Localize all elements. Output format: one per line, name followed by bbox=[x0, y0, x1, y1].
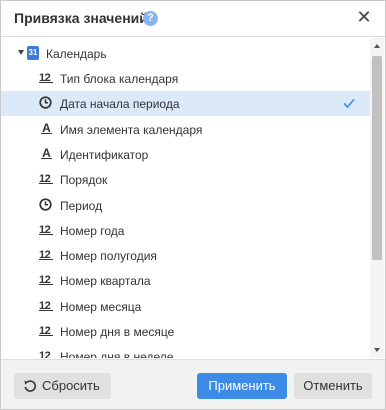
tree-item[interactable]: 12 Номер дня в неделе bbox=[1, 344, 371, 358]
apply-button[interactable]: Применить bbox=[197, 373, 287, 399]
number-12-icon: 12 bbox=[39, 324, 53, 337]
tree-item[interactable]: 12 Порядок bbox=[1, 167, 371, 192]
clock-icon bbox=[39, 96, 53, 110]
expand-caret-icon[interactable] bbox=[18, 50, 24, 55]
tree-item-label: Номер дня в месяце bbox=[60, 325, 175, 339]
tree-item[interactable]: 12 Номер месяца bbox=[1, 294, 371, 319]
number-12-icon: 12 bbox=[39, 349, 53, 358]
tree-root-label: Календарь bbox=[46, 47, 107, 61]
tree-item[interactable]: A Идентификатор bbox=[1, 142, 371, 167]
tree-item-label: Имя элемента календаря bbox=[60, 122, 203, 137]
number-12-icon: 12 bbox=[39, 299, 53, 312]
reset-icon bbox=[24, 380, 36, 392]
tree-item-label: Тип блока календаря bbox=[60, 72, 179, 86]
dialog-title: Привязка значений bbox=[14, 10, 148, 26]
reset-button[interactable]: Сбросить bbox=[14, 373, 111, 399]
number-12-icon: 12 bbox=[39, 273, 53, 286]
help-icon[interactable]: ? bbox=[143, 11, 158, 26]
tree-item[interactable]: A Имя элемента календаря bbox=[1, 117, 371, 142]
tree-item-label: Дата начала периода bbox=[60, 97, 180, 112]
number-12-icon: 12 bbox=[39, 248, 53, 261]
field-tree: 31 Календарь 12 Тип блока календаря Дата н… bbox=[1, 38, 385, 358]
tree-item-label: Номер полугодия bbox=[60, 249, 157, 264]
bind-values-dialog: Привязка значений ? ✕ 31 Календарь 12 Тип… bbox=[0, 0, 386, 410]
text-A-icon: A bbox=[41, 145, 52, 160]
tree-item[interactable]: 12 Номер года bbox=[1, 218, 371, 243]
tree-item-label: Номер квартала bbox=[60, 274, 151, 289]
tree-item[interactable]: 12 Номер дня в месяце bbox=[1, 319, 371, 344]
scroll-up-arrow-icon[interactable] bbox=[374, 44, 380, 48]
cancel-button[interactable]: Отменить bbox=[294, 373, 372, 399]
number-12-icon: 12 bbox=[39, 172, 53, 185]
tree-item-label: Номер дня в неделе bbox=[60, 350, 174, 358]
dialog-footer: Сбросить Применить Отменить bbox=[1, 359, 385, 409]
tree-item-label: Номер месяца bbox=[60, 299, 142, 314]
tree-item[interactable]: Период bbox=[1, 193, 371, 218]
tree-item[interactable]: 12 Тип блока календаря bbox=[1, 66, 371, 91]
close-icon[interactable]: ✕ bbox=[355, 8, 373, 26]
scroll-down-arrow-icon[interactable] bbox=[374, 348, 380, 352]
checkmark-icon bbox=[342, 96, 356, 110]
reset-button-label: Сбросить bbox=[42, 378, 100, 393]
number-12-icon: 12 bbox=[39, 223, 53, 236]
scrollbar-thumb[interactable] bbox=[372, 56, 382, 260]
clock-icon bbox=[39, 197, 53, 212]
number-12-icon: 12 bbox=[39, 71, 53, 84]
tree-scrollbar[interactable] bbox=[370, 38, 384, 358]
tree-item[interactable]: 12 Номер квартала bbox=[1, 268, 371, 293]
calendar-icon: 31 bbox=[27, 46, 39, 60]
tree-root-calendar[interactable]: 31 Календарь bbox=[1, 42, 371, 66]
text-A-icon: A bbox=[41, 120, 52, 135]
tree-item-label: Порядок bbox=[60, 173, 108, 188]
tree-item-label: Номер года bbox=[60, 223, 125, 238]
tree-item-label: Период bbox=[60, 198, 103, 213]
tree-item-label: Идентификатор bbox=[60, 147, 149, 162]
dialog-titlebar: Привязка значений ? ✕ bbox=[1, 1, 385, 37]
tree-item[interactable]: 12 Номер полугодия bbox=[1, 243, 371, 268]
tree-item[interactable]: Дата начала периода bbox=[1, 91, 371, 117]
